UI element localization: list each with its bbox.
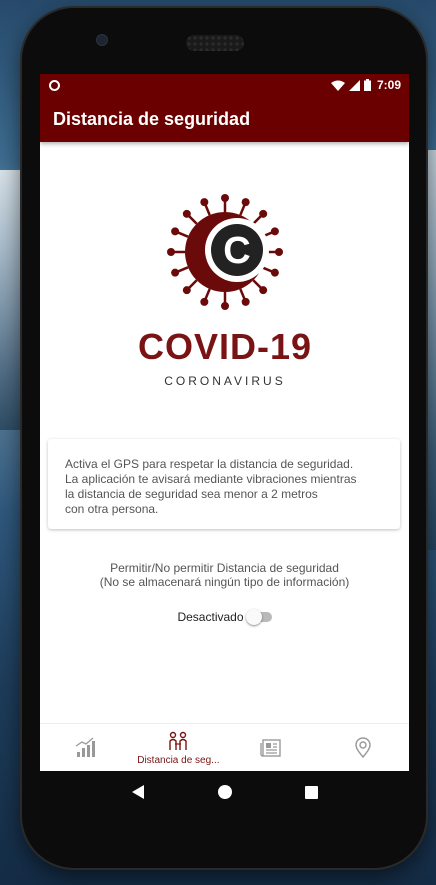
location-pin-icon xyxy=(355,736,371,758)
status-time: 7:09 xyxy=(376,78,401,92)
social-distance-icon xyxy=(169,731,188,750)
nav-item-distance[interactable]: Distancia de seg... xyxy=(132,724,224,771)
info-card: Activa el GPS para respetar la distancia… xyxy=(48,439,400,529)
app-title: Distancia de seguridad xyxy=(53,108,251,129)
logo-subtitle: CORONAVIRUS xyxy=(164,374,286,388)
main-content: C COVID-19 CORONAVIRUS Activa el GPS par… xyxy=(40,142,409,723)
permission-line-2: (No se almacenará ningún tipo de informa… xyxy=(99,575,350,589)
info-line: con otra persona. xyxy=(65,502,159,516)
permission-line-1: Permitir/No permitir Distancia de seguri… xyxy=(110,561,339,575)
info-line: La aplicación te avisará mediante vibrac… xyxy=(65,472,357,486)
info-line: Activa el GPS para respetar la distancia… xyxy=(65,457,354,471)
battery-icon xyxy=(363,79,371,91)
status-bar: 7:09 xyxy=(40,74,409,96)
front-camera xyxy=(96,34,108,46)
back-icon[interactable] xyxy=(131,784,145,800)
stats-chart-icon xyxy=(75,737,96,757)
nav-item-stats[interactable] xyxy=(40,724,132,771)
app-bar: Distancia de seguridad xyxy=(40,96,409,142)
record-dot-icon xyxy=(49,79,60,91)
home-icon[interactable] xyxy=(217,785,232,799)
signal-icon xyxy=(348,79,360,91)
recent-apps-icon[interactable] xyxy=(304,785,318,799)
covid-logo: C COVID-19 CORONAVIRUS xyxy=(120,192,330,392)
logo-letter: C xyxy=(223,230,250,272)
nav-item-news[interactable] xyxy=(225,724,317,771)
switch-thumb xyxy=(245,609,262,625)
newspaper-icon xyxy=(259,738,281,757)
app-screen: 7:09 Distancia de seguridad C COVID-19 C… xyxy=(40,74,409,771)
nav-item-location[interactable] xyxy=(317,724,409,771)
toggle-label: Desactivado xyxy=(177,610,244,624)
earpiece-speaker xyxy=(186,35,244,51)
status-icons: 7:09 xyxy=(330,78,401,92)
toggle-row: Desactivado xyxy=(40,609,409,625)
virus-icon: C xyxy=(167,194,283,310)
bottom-navigation: Distancia de seg... xyxy=(40,723,409,771)
nav-label-distance: Distancia de seg... xyxy=(137,754,220,766)
system-navigation-bar xyxy=(40,771,409,813)
wifi-icon xyxy=(330,80,345,91)
distance-toggle-switch[interactable] xyxy=(245,609,272,625)
permission-text: Permitir/No permitir Distancia de seguri… xyxy=(40,561,409,589)
info-line: la distancia de seguridad sea menor a 2 … xyxy=(65,487,318,501)
logo-title: COVID-19 xyxy=(137,326,313,367)
